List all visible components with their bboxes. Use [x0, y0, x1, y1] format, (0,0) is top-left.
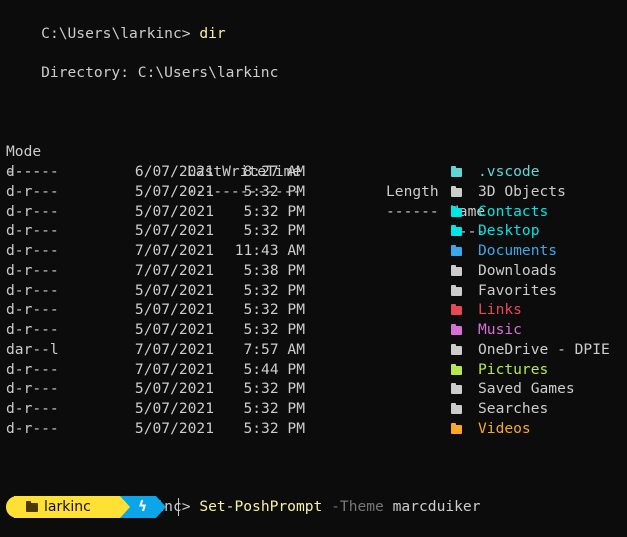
terminal-window[interactable]: C:\Users\larkinc> dir Directory: C:\User… — [0, 0, 627, 524]
prompt-folder-label: larkinc — [44, 499, 91, 515]
powerline-end-icon — [156, 496, 166, 518]
listing-row: d-r--- 7/07/2021 5:44 PM Pictures — [6, 360, 616, 380]
downloads-icon — [451, 264, 462, 276]
row-name: Desktop — [478, 222, 540, 240]
prompt-line-setposh: C:\Users\larkinc> Set-PoshPrompt -Theme … — [6, 477, 480, 515]
row-time: 7:57 AM — [243, 340, 305, 358]
prompt-command: dir — [199, 25, 226, 42]
text-cursor[interactable] — [178, 498, 179, 516]
row-time: 5:32 PM — [243, 182, 305, 200]
videos-icon — [451, 422, 462, 434]
listing-row: dar--l 7/07/2021 7:57 AM OneDrive - DPIE — [6, 340, 616, 360]
listing-row: d-r--- 5/07/2021 5:32 PM Contacts — [6, 202, 616, 222]
row-name: Links — [478, 301, 522, 319]
listing-row: d-r--- 7/07/2021 11:43 AM Documents — [6, 241, 616, 261]
row-time: 5:32 PM — [243, 301, 305, 319]
row-time: 5:32 PM — [243, 321, 305, 338]
listing-header: Mode LastWriteTime Length Name — [6, 122, 606, 220]
listing-row: d-r--- 5/07/2021 5:32 PM 3D Objects — [6, 182, 616, 202]
prompt-command: Set-PoshPrompt — [199, 498, 323, 515]
row-name: Saved Games — [478, 380, 575, 398]
row-time: 5:32 PM — [243, 202, 305, 220]
folder-icon — [451, 383, 462, 395]
row-name: 3D Objects — [478, 182, 566, 200]
row-time: 8:27 AM — [243, 163, 305, 180]
listing-row: d-r--- 5/07/2021 5:32 PM Desktop — [6, 221, 616, 241]
row-time: 5:32 PM — [243, 419, 305, 437]
row-name: Downloads — [478, 261, 558, 279]
prompt-path: C:\Users\larkinc> — [41, 25, 200, 42]
listing-row: d-r--- 5/07/2021 5:32 PM Saved Games — [6, 379, 616, 399]
folder-icon — [451, 403, 462, 414]
row-time: 5:38 PM — [243, 261, 305, 279]
row-name: Music — [478, 321, 522, 338]
prompt-segment-path: larkinc — [14, 496, 120, 518]
row-time: 5:32 PM — [243, 222, 305, 240]
row-name: .vscode — [478, 163, 540, 180]
folder-icon — [451, 185, 462, 197]
listing-row: d----- 6/07/2021 8:27 AM .vscode — [6, 162, 616, 182]
contacts-icon — [451, 205, 462, 217]
row-name: Pictures — [478, 360, 549, 378]
row-name: Favorites — [478, 281, 558, 299]
row-name: Contacts — [478, 202, 549, 220]
desktop-icon — [451, 225, 462, 237]
row-time: 5:32 PM — [243, 400, 305, 417]
links-icon — [451, 304, 462, 316]
row-time: 5:44 PM — [243, 360, 305, 378]
lightning-icon: ϟ — [138, 499, 148, 515]
folder-icon — [26, 501, 38, 512]
listing-row: d-r--- 5/07/2021 5:32 PM Favorites — [6, 281, 616, 301]
listing-row: d-r--- 5/07/2021 5:32 PM Searches — [6, 399, 616, 419]
listing-header-rule: ---- ------------- ------ ---- — [6, 142, 606, 240]
listing-row: d-r--- 5/07/2021 5:32 PM Music — [6, 320, 616, 340]
row-time: 5:32 PM — [243, 281, 305, 299]
music-icon — [451, 324, 462, 335]
row-name: Videos — [478, 419, 531, 437]
pictures-icon — [451, 363, 462, 375]
row-time: 11:43 AM — [234, 242, 305, 259]
prompt-line-dir: C:\Users\larkinc> dir — [6, 4, 226, 42]
row-name: OneDrive - DPIE — [478, 340, 610, 358]
directory-label: Directory: C:\Users\larkinc — [6, 64, 279, 81]
row-name: Searches — [478, 400, 549, 417]
row-time: 5:32 PM — [243, 380, 305, 398]
onedrive-folder-icon — [451, 343, 462, 355]
folder-icon — [451, 284, 462, 296]
prompt-argument: marcduiker — [392, 498, 481, 515]
vscode-folder-icon — [451, 166, 462, 177]
prompt-parameter: -Theme — [331, 498, 384, 515]
powerline-separator-icon — [120, 496, 130, 518]
listing-row: d-r--- 7/07/2021 5:38 PM Downloads — [6, 261, 616, 281]
listing-row: d-r--- 5/07/2021 5:32 PM Videos — [6, 419, 616, 439]
row-name: Documents — [478, 242, 558, 259]
listing-row: d-r--- 5/07/2021 5:32 PM Links — [6, 300, 616, 320]
documents-icon — [451, 245, 462, 256]
